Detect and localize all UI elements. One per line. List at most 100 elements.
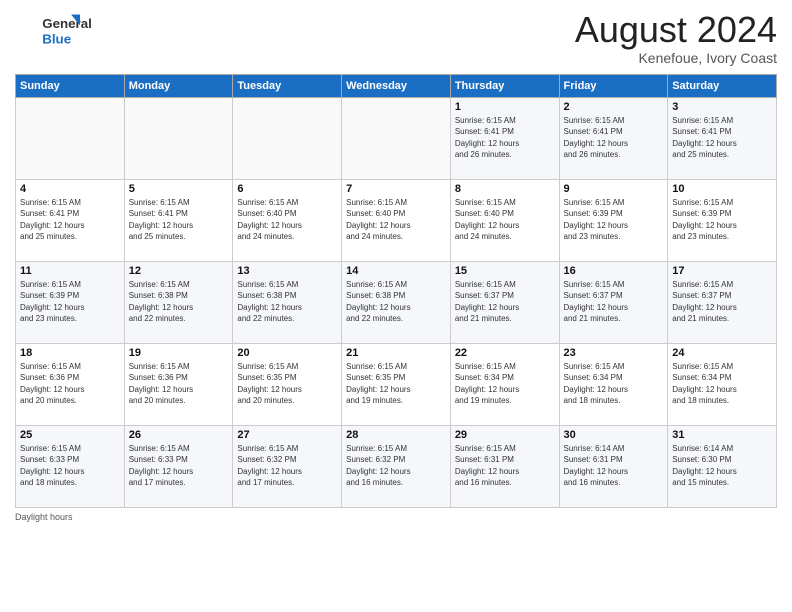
day-header-saturday: Saturday xyxy=(668,74,777,97)
day-info: Sunrise: 6:15 AM Sunset: 6:32 PM Dayligh… xyxy=(346,443,446,489)
day-cell: 5 Sunrise: 6:15 AM Sunset: 6:41 PM Daylig… xyxy=(124,179,233,261)
day-number: 14 xyxy=(346,265,446,277)
day-cell: 12 Sunrise: 6:15 AM Sunset: 6:38 PM Dayli… xyxy=(124,261,233,343)
day-info: Sunrise: 6:15 AM Sunset: 6:41 PM Dayligh… xyxy=(564,115,664,161)
day-info: Sunrise: 6:15 AM Sunset: 6:34 PM Dayligh… xyxy=(564,361,664,407)
day-number: 27 xyxy=(237,429,337,441)
week-row-3: 11 Sunrise: 6:15 AM Sunset: 6:39 PM Dayli… xyxy=(16,261,777,343)
day-cell xyxy=(16,97,125,179)
logo-icon: General Blue xyxy=(15,10,105,50)
day-number: 12 xyxy=(129,265,229,277)
day-cell: 10Sunrise: 6:15 AM Sunset: 6:39 PM Dayli… xyxy=(668,179,777,261)
title-block: August 2024 Kenefoue, Ivory Coast xyxy=(575,10,777,66)
day-cell: 2 Sunrise: 6:15 AM Sunset: 6:41 PM Daylig… xyxy=(559,97,668,179)
day-info: Sunrise: 6:15 AM Sunset: 6:41 PM Dayligh… xyxy=(129,197,229,243)
day-cell: 17 Sunrise: 6:15 AM Sunset: 6:37 PM Dayli… xyxy=(668,261,777,343)
day-number: 11 xyxy=(20,265,120,277)
day-number: 24 xyxy=(672,347,772,359)
day-number: 8 xyxy=(455,183,555,195)
week-row-4: 18Sunrise: 6:15 AM Sunset: 6:36 PM Dayli… xyxy=(16,343,777,425)
day-cell: 23 Sunrise: 6:15 AM Sunset: 6:34 PM Dayli… xyxy=(559,343,668,425)
day-info: Sunrise: 6:15 AM Sunset: 6:40 PM Dayligh… xyxy=(237,197,337,243)
day-cell: 3 Sunrise: 6:15 AM Sunset: 6:41 PM Daylig… xyxy=(668,97,777,179)
day-cell: 28Sunrise: 6:15 AM Sunset: 6:32 PM Dayli… xyxy=(342,425,451,507)
calendar-table: SundayMondayTuesdayWednesdayThursdayFrid… xyxy=(15,74,777,508)
day-header-sunday: Sunday xyxy=(16,74,125,97)
day-header-thursday: Thursday xyxy=(450,74,559,97)
day-cell: 15 Sunrise: 6:15 AM Sunset: 6:37 PM Dayli… xyxy=(450,261,559,343)
svg-text:General: General xyxy=(42,16,92,31)
day-info: Sunrise: 6:15 AM Sunset: 6:38 PM Dayligh… xyxy=(237,279,337,325)
day-info: Sunrise: 6:15 AM Sunset: 6:36 PM Dayligh… xyxy=(20,361,120,407)
day-info: Sunrise: 6:14 AM Sunset: 6:30 PM Dayligh… xyxy=(672,443,772,489)
day-number: 20 xyxy=(237,347,337,359)
day-number: 30 xyxy=(564,429,664,441)
day-cell: 1Sunrise: 6:15 AM Sunset: 6:41 PM Daylig… xyxy=(450,97,559,179)
week-row-1: 1 Sunrise: 6:15 AM Sunset: 6:41 PM Daylig… xyxy=(16,97,777,179)
day-info: Sunrise: 6:15 AM Sunset: 6:40 PM Dayligh… xyxy=(455,197,555,243)
day-cell xyxy=(233,97,342,179)
day-info: Sunrise: 6:15 AM Sunset: 6:37 PM Dayligh… xyxy=(672,279,772,325)
day-cell: 16Sunrise: 6:15 AM Sunset: 6:37 PM Dayli… xyxy=(559,261,668,343)
day-number: 13 xyxy=(237,265,337,277)
day-info: Sunrise: 6:15 AM Sunset: 6:32 PM Dayligh… xyxy=(237,443,337,489)
day-number: 4 xyxy=(20,183,120,195)
week-row-2: 4 Sunrise: 6:15 AM Sunset: 6:41 PM Daylig… xyxy=(16,179,777,261)
day-cell: 29Sunrise: 6:15 AM Sunset: 6:31 PM Dayli… xyxy=(450,425,559,507)
day-info: Sunrise: 6:15 AM Sunset: 6:33 PM Dayligh… xyxy=(129,443,229,489)
day-number: 2 xyxy=(564,101,664,113)
footer-note: Daylight hours xyxy=(15,512,777,522)
day-header-tuesday: Tuesday xyxy=(233,74,342,97)
day-cell: 7Sunrise: 6:15 AM Sunset: 6:40 PM Daylig… xyxy=(342,179,451,261)
day-number: 1 xyxy=(455,101,555,113)
day-cell: 18Sunrise: 6:15 AM Sunset: 6:36 PM Dayli… xyxy=(16,343,125,425)
day-header-friday: Friday xyxy=(559,74,668,97)
day-cell: 20 Sunrise: 6:15 AM Sunset: 6:35 PM Dayli… xyxy=(233,343,342,425)
day-info: Sunrise: 6:14 AM Sunset: 6:31 PM Dayligh… xyxy=(564,443,664,489)
day-info: Sunrise: 6:15 AM Sunset: 6:38 PM Dayligh… xyxy=(129,279,229,325)
day-cell: 31 Sunrise: 6:14 AM Sunset: 6:30 PM Dayli… xyxy=(668,425,777,507)
day-info: Sunrise: 6:15 AM Sunset: 6:35 PM Dayligh… xyxy=(237,361,337,407)
day-header-wednesday: Wednesday xyxy=(342,74,451,97)
day-cell: 13 Sunrise: 6:15 AM Sunset: 6:38 PM Dayli… xyxy=(233,261,342,343)
day-cell: 30 Sunrise: 6:14 AM Sunset: 6:31 PM Dayli… xyxy=(559,425,668,507)
day-info: Sunrise: 6:15 AM Sunset: 6:36 PM Dayligh… xyxy=(129,361,229,407)
day-number: 15 xyxy=(455,265,555,277)
day-cell: 8 Sunrise: 6:15 AM Sunset: 6:40 PM Daylig… xyxy=(450,179,559,261)
day-info: Sunrise: 6:15 AM Sunset: 6:34 PM Dayligh… xyxy=(672,361,772,407)
day-cell: 14 Sunrise: 6:15 AM Sunset: 6:38 PM Dayli… xyxy=(342,261,451,343)
day-info: Sunrise: 6:15 AM Sunset: 6:34 PM Dayligh… xyxy=(455,361,555,407)
day-number: 31 xyxy=(672,429,772,441)
day-cell: 11 Sunrise: 6:15 AM Sunset: 6:39 PM Dayli… xyxy=(16,261,125,343)
day-cell: 4Sunrise: 6:15 AM Sunset: 6:41 PM Daylig… xyxy=(16,179,125,261)
day-info: Sunrise: 6:15 AM Sunset: 6:33 PM Dayligh… xyxy=(20,443,120,489)
week-row-5: 25 Sunrise: 6:15 AM Sunset: 6:33 PM Dayli… xyxy=(16,425,777,507)
day-info: Sunrise: 6:15 AM Sunset: 6:38 PM Dayligh… xyxy=(346,279,446,325)
day-number: 22 xyxy=(455,347,555,359)
day-number: 21 xyxy=(346,347,446,359)
logo: General Blue xyxy=(15,10,105,50)
day-cell: 9Sunrise: 6:15 AM Sunset: 6:39 PM Daylig… xyxy=(559,179,668,261)
page-header: General Blue August 2024 Kenefoue, Ivory… xyxy=(15,10,777,66)
day-header-monday: Monday xyxy=(124,74,233,97)
day-number: 3 xyxy=(672,101,772,113)
day-number: 6 xyxy=(237,183,337,195)
day-info: Sunrise: 6:15 AM Sunset: 6:41 PM Dayligh… xyxy=(672,115,772,161)
day-info: Sunrise: 6:15 AM Sunset: 6:39 PM Dayligh… xyxy=(20,279,120,325)
day-cell: 22 Sunrise: 6:15 AM Sunset: 6:34 PM Dayli… xyxy=(450,343,559,425)
day-number: 9 xyxy=(564,183,664,195)
location: Kenefoue, Ivory Coast xyxy=(575,50,777,66)
day-number: 7 xyxy=(346,183,446,195)
day-cell: 19 Sunrise: 6:15 AM Sunset: 6:36 PM Dayli… xyxy=(124,343,233,425)
day-cell: 25 Sunrise: 6:15 AM Sunset: 6:33 PM Dayli… xyxy=(16,425,125,507)
day-number: 23 xyxy=(564,347,664,359)
day-info: Sunrise: 6:15 AM Sunset: 6:39 PM Dayligh… xyxy=(672,197,772,243)
day-number: 5 xyxy=(129,183,229,195)
day-number: 19 xyxy=(129,347,229,359)
day-number: 25 xyxy=(20,429,120,441)
svg-text:Blue: Blue xyxy=(42,31,71,46)
day-cell xyxy=(342,97,451,179)
day-number: 17 xyxy=(672,265,772,277)
day-cell: 6 Sunrise: 6:15 AM Sunset: 6:40 PM Daylig… xyxy=(233,179,342,261)
day-info: Sunrise: 6:15 AM Sunset: 6:37 PM Dayligh… xyxy=(455,279,555,325)
